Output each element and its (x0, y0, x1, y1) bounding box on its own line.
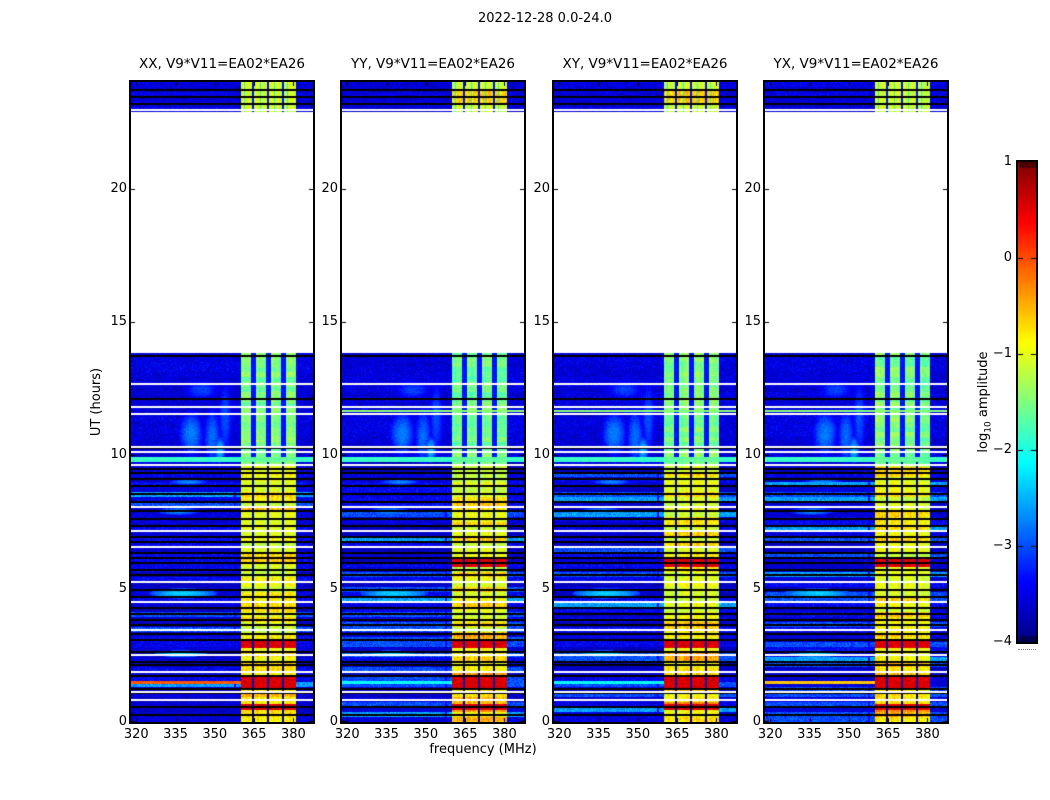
spectrogram-figure: 2022-12-28 0.0-24.0 UT (hours) frequency… (0, 0, 1050, 800)
y-tick-label: 20 (110, 180, 127, 196)
panel-title-XX: XX, V9*V11=EA02*EA26 (138, 56, 305, 72)
y-tick-label: 10 (110, 447, 127, 463)
x-tick-label: 350 (202, 727, 228, 742)
x-tick-label: 365 (664, 727, 690, 742)
x-tick-label: 320 (123, 727, 149, 742)
y-tick-label: 15 (321, 314, 338, 329)
x-tick-label: 335 (374, 727, 399, 742)
figure-title: 2022-12-28 0.0-24.0 (478, 11, 612, 26)
x-tick-label: 350 (413, 727, 439, 742)
colorbar (1016, 160, 1038, 644)
x-tick-label: 380 (280, 727, 306, 742)
x-tick-label: 380 (491, 727, 517, 742)
colorbar-tick-label: −1 (992, 346, 1012, 361)
y-tick-label: 5 (752, 580, 761, 596)
y-tick-label: 5 (541, 580, 550, 596)
colorbar-tick-label: −4 (992, 634, 1012, 649)
spectrogram-panel-YY (340, 80, 526, 724)
x-tick-label: 335 (586, 727, 611, 742)
panel-title-YY: YY, V9*V11=EA02*EA26 (350, 56, 515, 72)
y-tick-label: 20 (321, 180, 338, 196)
x-tick-label: 365 (452, 727, 478, 742)
x-tick-label: 335 (163, 727, 188, 742)
y-tick-label: 15 (744, 314, 761, 329)
x-axis-label: frequency (MHz) (429, 742, 537, 757)
colorbar-tick-label: −2 (992, 442, 1012, 457)
colorbar-label-post: amplitude (976, 351, 991, 422)
y-tick-label: 15 (533, 314, 550, 329)
panel-title-YX: YX, V9*V11=EA02*EA26 (773, 56, 939, 72)
colorbar-tick-label: 0 (1003, 250, 1012, 265)
panel-title-XY: XY, V9*V11=EA02*EA26 (562, 56, 728, 72)
spectrogram-panel-XY (552, 80, 738, 724)
y-tick-label: 10 (321, 447, 338, 463)
y-tick-label: 15 (110, 314, 127, 329)
x-tick-label: 320 (334, 727, 360, 742)
y-tick-label: 10 (533, 447, 550, 463)
x-tick-label: 350 (836, 727, 862, 742)
y-tick-label: 10 (744, 447, 761, 463)
x-tick-label: 380 (703, 727, 729, 742)
x-tick-label: 350 (625, 727, 651, 742)
y-tick-label: 5 (329, 580, 338, 596)
x-tick-label: 365 (875, 727, 901, 742)
x-tick-label: 320 (757, 727, 783, 742)
y-tick-label: 20 (744, 180, 761, 196)
colorbar-label-sub: 10 (983, 421, 994, 433)
x-tick-label: 335 (797, 727, 822, 742)
x-tick-label: 320 (546, 727, 572, 742)
x-tick-label: 380 (914, 727, 940, 742)
y-tick-label: 20 (533, 180, 550, 196)
colorbar-tick-label: 1 (1003, 154, 1012, 169)
spectrogram-panel-YX (763, 80, 949, 724)
colorbar-end-dots (1018, 649, 1036, 650)
x-tick-label: 365 (241, 727, 267, 742)
y-tick-label: 5 (118, 580, 127, 596)
colorbar-tick-label: −3 (992, 538, 1012, 553)
spectrogram-panel-XX (129, 80, 315, 724)
